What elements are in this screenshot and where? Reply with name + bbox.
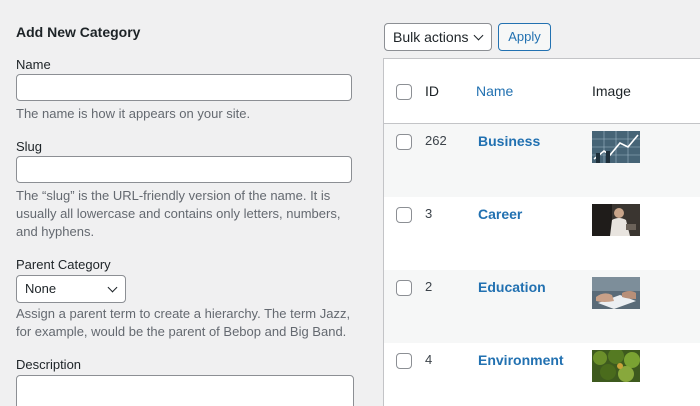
bulk-actions-select[interactable]: Bulk actions <box>384 23 492 51</box>
name-help-text: The name is how it appears on your site. <box>16 106 251 121</box>
name-label: Name <box>16 57 51 72</box>
table-row: 3 Career <box>384 197 700 270</box>
row-id: 4 <box>425 352 433 367</box>
select-all-checkbox[interactable] <box>396 84 412 100</box>
row-checkbox[interactable] <box>396 353 412 369</box>
slug-help-text: The “slug” is the URL-friendly version o… <box>16 188 341 239</box>
row-name-link[interactable]: Environment <box>478 352 564 368</box>
row-checkbox[interactable] <box>396 134 412 150</box>
row-name-link[interactable]: Career <box>478 206 522 222</box>
chevron-down-icon <box>107 282 118 293</box>
row-id: 2 <box>425 279 433 294</box>
apply-button[interactable]: Apply <box>498 23 551 51</box>
category-admin-page: Add New Category Name The name is how it… <box>0 0 700 406</box>
slug-input[interactable] <box>16 156 352 183</box>
row-name-link[interactable]: Education <box>478 279 546 295</box>
environment-trees-thumbnail <box>592 350 640 382</box>
image-column-header: Image <box>592 83 631 99</box>
chevron-down-icon <box>473 30 484 41</box>
categories-table: ID Name Image 262 Business 3 Career 2 Ed… <box>383 58 700 406</box>
name-input[interactable] <box>16 74 352 101</box>
bulk-actions-label: Bulk actions <box>393 29 469 45</box>
education-hands-thumbnail <box>592 277 640 309</box>
id-column-header: ID <box>425 83 439 99</box>
row-checkbox[interactable] <box>396 207 412 223</box>
row-id: 3 <box>425 206 433 221</box>
table-row: 2 Education <box>384 270 700 343</box>
table-row: 262 Business <box>384 124 700 197</box>
row-id: 262 <box>425 133 447 148</box>
table-row: 4 Environment <box>384 343 700 406</box>
parent-help-text: Assign a parent term to create a hierarc… <box>16 306 351 339</box>
table-header: ID Name Image <box>384 59 700 124</box>
row-name-link[interactable]: Business <box>478 133 540 149</box>
parent-category-label: Parent Category <box>16 257 111 272</box>
parent-category-value: None <box>25 281 57 296</box>
career-person-thumbnail <box>592 204 640 236</box>
slug-label: Slug <box>16 139 43 154</box>
name-column-header[interactable]: Name <box>476 83 513 99</box>
business-chart-thumbnail <box>592 131 640 163</box>
description-textarea[interactable] <box>16 375 354 406</box>
row-checkbox[interactable] <box>396 280 412 296</box>
description-label: Description <box>16 357 82 372</box>
parent-category-select[interactable]: None <box>16 275 126 303</box>
form-title: Add New Category <box>16 24 141 40</box>
